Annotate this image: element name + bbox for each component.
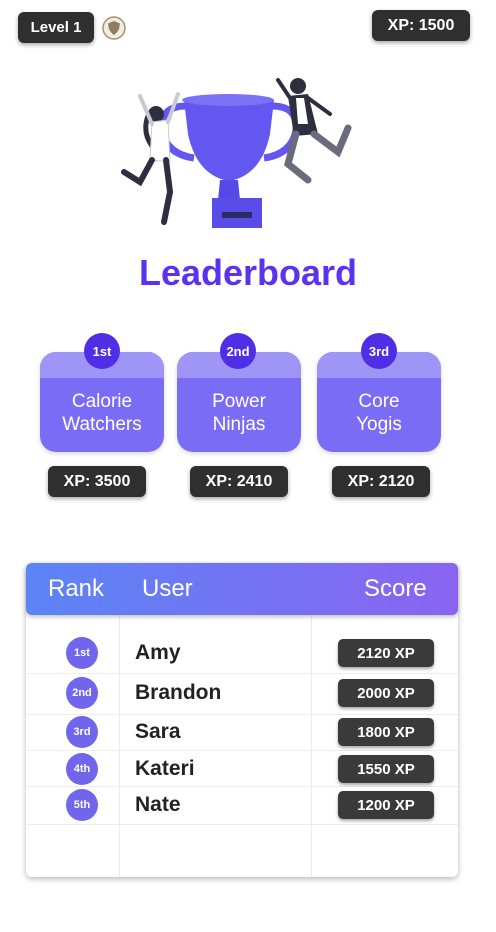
user-name: Nate [135, 793, 181, 816]
row-divider [26, 673, 458, 674]
trophy-illustration [121, 78, 352, 228]
table-row[interactable]: 5th Nate 1200 XP [26, 787, 458, 823]
row-divider [26, 824, 458, 825]
team-xp-first: XP: 3500 [48, 466, 146, 497]
score-chip: 1800 XP [338, 718, 434, 746]
page-title: Leaderboard [138, 252, 358, 293]
table-header: Rank User Score [26, 563, 458, 615]
score-chip: 2000 XP [338, 679, 434, 707]
table-row[interactable]: 2nd Brandon 2000 XP [26, 675, 458, 711]
team-name: Power Ninjas [212, 391, 266, 435]
score-chip: 1550 XP [338, 755, 434, 783]
column-header-user[interactable]: User [142, 575, 193, 603]
level-chip[interactable]: Level 1 [18, 12, 94, 43]
column-header-rank[interactable]: Rank [48, 575, 104, 603]
score-chip: 1200 XP [338, 791, 434, 819]
column-header-score[interactable]: Score [364, 575, 427, 603]
rank-badge: 5th [66, 789, 98, 821]
leaderboard-table: Rank User Score 1st Amy 2120 XP 2nd Bran… [26, 563, 458, 877]
team-xp-second: XP: 2410 [190, 466, 288, 497]
score-chip: 2120 XP [338, 639, 434, 667]
place-badge-second: 2nd [220, 333, 256, 369]
table-row[interactable]: 3rd Sara 1800 XP [26, 714, 458, 750]
place-badge-third: 3rd [361, 333, 397, 369]
team-name: Core Yogis [356, 391, 402, 435]
user-name: Brandon [135, 681, 222, 704]
rank-badge: 2nd [66, 677, 98, 709]
team-xp-third: XP: 2120 [332, 466, 430, 497]
user-name: Sara [135, 720, 181, 743]
shield-badge-icon[interactable] [102, 16, 126, 40]
team-name: Calorie Watchers [62, 391, 142, 435]
table-row[interactable]: 1st Amy 2120 XP [26, 635, 458, 671]
rank-badge: 3rd [66, 716, 98, 748]
user-name: Amy [135, 641, 181, 664]
rank-badge: 1st [66, 637, 98, 669]
rank-badge: 4th [66, 753, 98, 785]
place-badge-first: 1st [84, 333, 120, 369]
xp-chip: XP: 1500 [372, 10, 470, 41]
table-row[interactable]: 4th Kateri 1550 XP [26, 751, 458, 787]
user-name: Kateri [135, 757, 195, 780]
